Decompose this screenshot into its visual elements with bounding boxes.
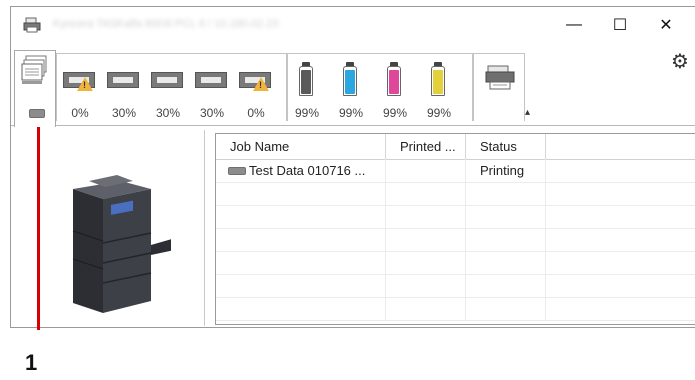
tab-jobs[interactable] xyxy=(14,50,56,127)
toner-group[interactable]: 99% 99% 99% 99% xyxy=(287,53,473,121)
tray-icon xyxy=(151,72,183,88)
toner-cyan-icon[interactable] xyxy=(343,66,357,96)
tray-5[interactable]: ! xyxy=(239,68,277,91)
tray-3[interactable] xyxy=(151,68,189,90)
status-toolbar: ! 0% 30% 30% 30% ! 0% 99% 99% 99% 99% ▴ … xyxy=(11,43,695,127)
job-name-cell: Test Data 010716 ... xyxy=(249,163,366,178)
panel-divider[interactable] xyxy=(204,130,205,326)
printer-app-icon xyxy=(23,17,41,33)
tray-2[interactable] xyxy=(107,68,145,90)
job-list-icon xyxy=(21,55,47,84)
printer-image xyxy=(72,175,171,313)
close-button[interactable]: ✕ xyxy=(643,7,689,43)
status-monitor-window: Kyocera TASKalfa 8003i PCL 6 / 10.180.02… xyxy=(10,6,695,328)
scanner-group[interactable] xyxy=(473,53,525,121)
job-status-led-icon xyxy=(228,166,246,175)
tray-4[interactable] xyxy=(195,68,233,90)
callout-line xyxy=(37,112,40,330)
tray-level: 30% xyxy=(155,106,181,120)
minimize-button[interactable]: — xyxy=(551,7,597,43)
table-row-empty xyxy=(216,297,695,321)
scanner-icon xyxy=(485,65,515,90)
table-row-empty xyxy=(216,182,695,206)
chevron-up-icon[interactable]: ▴ xyxy=(525,107,530,118)
column-job-name[interactable]: Job Name xyxy=(216,134,386,159)
toner-level: 99% xyxy=(338,106,364,120)
gear-icon[interactable]: ⚙ xyxy=(671,49,689,74)
table-row-empty xyxy=(216,228,695,252)
tray-icon xyxy=(195,72,227,88)
table-header: Job Name Printed ... Status xyxy=(216,134,695,160)
tray-level: 30% xyxy=(111,106,137,120)
toner-magenta-icon[interactable] xyxy=(387,66,401,96)
column-status[interactable]: Status xyxy=(466,134,546,159)
job-printed-cell xyxy=(386,159,466,182)
tray-level: 0% xyxy=(247,106,265,120)
title-bar[interactable]: Kyocera TASKalfa 8003i PCL 6 / 10.180.02… xyxy=(11,7,695,43)
table-row-empty xyxy=(216,274,695,298)
job-status-cell: Printing xyxy=(466,159,546,182)
paper-trays-group[interactable]: ! 0% 30% 30% 30% ! 0% xyxy=(56,53,287,121)
table-row-empty xyxy=(216,205,695,229)
tray-level: 30% xyxy=(199,106,225,120)
maximize-button[interactable]: ☐ xyxy=(597,7,643,43)
toner-black-icon[interactable] xyxy=(299,66,313,96)
job-indicator-led xyxy=(29,109,45,118)
column-printed[interactable]: Printed ... xyxy=(386,134,466,159)
table-row[interactable]: Test Data 010716 ... Printing xyxy=(216,159,695,183)
toner-level: 99% xyxy=(294,106,320,120)
toner-level: 99% xyxy=(426,106,452,120)
tray-1[interactable]: ! xyxy=(63,68,101,91)
toner-level: 99% xyxy=(382,106,408,120)
tray-icon xyxy=(107,72,139,88)
toner-yellow-icon[interactable] xyxy=(431,66,445,96)
window-title: Kyocera TASKalfa 8003i PCL 6 / 10.180.02… xyxy=(53,18,279,30)
tray-level: 0% xyxy=(71,106,89,120)
callout-number: 1 xyxy=(25,350,38,375)
table-row-empty xyxy=(216,251,695,275)
job-list-table[interactable]: Job Name Printed ... Status Test Data 01… xyxy=(215,133,695,325)
